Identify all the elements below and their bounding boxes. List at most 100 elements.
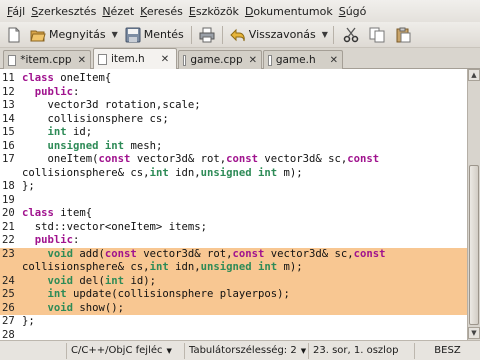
tab-label: item.h — [111, 53, 145, 65]
line-number: 26 — [2, 301, 15, 314]
toolbar-separator — [221, 25, 223, 44]
tab-game-h[interactable]: game.h ✕ — [263, 50, 343, 69]
code-line[interactable]: 21 std::vector<oneItem> items; — [0, 221, 467, 235]
open-button[interactable]: Megnyitás — [28, 24, 108, 46]
tab-label: game.cpp — [190, 54, 243, 66]
new-button[interactable] — [4, 24, 24, 46]
new-icon — [6, 27, 22, 43]
status-bar: C/C++/ObjC fejléc ▼ Tabulátorszélesség: … — [0, 340, 480, 360]
dropdown-icon: ▼ — [166, 346, 172, 355]
save-icon — [125, 27, 141, 43]
code-line[interactable]: 22 public: — [0, 234, 467, 248]
line-number: 17 — [2, 153, 15, 165]
open-button-label: Megnyitás — [49, 28, 106, 41]
code-line[interactable]: 16 unsigned int mesh; — [0, 140, 467, 154]
toolbar-separator — [190, 25, 192, 44]
insert-mode: BESZ — [414, 342, 480, 359]
line-number: 25 — [2, 288, 15, 300]
line-number: 14 — [2, 112, 15, 125]
code-line[interactable]: 25 int update(collisionsphere playerpos)… — [0, 288, 467, 302]
line-number: 20 — [2, 207, 15, 219]
document-icon — [268, 54, 272, 66]
line-number: 27 — [2, 315, 15, 327]
copy-button[interactable] — [367, 24, 387, 46]
line-number: 24 — [2, 274, 15, 287]
cut-button[interactable] — [341, 24, 361, 46]
copy-icon — [369, 27, 385, 43]
code-line[interactable]: 28 — [0, 329, 467, 341]
close-icon[interactable]: ✕ — [161, 54, 169, 65]
code-line[interactable]: 13 vector3d rotation,scale; — [0, 99, 467, 113]
toolbar-separator — [332, 25, 334, 44]
tab-label: *item.cpp — [20, 54, 72, 66]
open-icon — [30, 27, 46, 43]
close-icon[interactable]: ✕ — [249, 55, 257, 66]
menu-6[interactable]: Súgó — [336, 5, 370, 18]
code-line[interactable]: 12 public: — [0, 86, 467, 100]
menu-3[interactable]: Keresés — [137, 5, 186, 18]
open-recent-dropdown-icon[interactable]: ▼ — [112, 30, 118, 39]
save-button[interactable]: Mentés — [123, 24, 186, 46]
close-icon[interactable]: ✕ — [78, 55, 86, 66]
code-line[interactable]: 23 void add(const vector3d& rot,const ve… — [0, 247, 467, 261]
dropdown-icon: ▼ — [300, 346, 307, 355]
vertical-scrollbar[interactable]: ▲ ▼ — [467, 69, 480, 340]
code-line[interactable]: collisionsphere& cs,int idn,unsigned int… — [0, 167, 467, 181]
undo-button[interactable]: Visszavonás — [228, 24, 318, 46]
menu-4[interactable]: Eszközök — [186, 5, 242, 18]
document-icon — [183, 54, 187, 66]
menubar: Fájl Szerkesztés Nézet Keresés Eszközök Dokum… — [0, 0, 480, 22]
line-number: 28 — [2, 328, 15, 341]
line-number: 22 — [2, 234, 15, 246]
tab-item-h[interactable]: item.h ✕ — [93, 48, 177, 69]
undo-dropdown-icon[interactable]: ▼ — [322, 30, 328, 39]
code-line[interactable]: 11 class oneItem{ — [0, 72, 467, 86]
code-line[interactable]: 26 void show(); — [0, 301, 467, 315]
language-selector[interactable]: C/C++/ObjC fejléc ▼ — [66, 342, 184, 359]
toolbar: Megnyitás ▼ Mentés Visszavonás ▼ — [0, 22, 480, 48]
menu-0[interactable]: Fájl — [4, 5, 28, 18]
code-line[interactable]: 15 int id; — [0, 126, 467, 140]
code-line[interactable]: 19 — [0, 194, 467, 208]
code-line[interactable]: 20 class item{ — [0, 207, 467, 221]
code-line[interactable]: 17 oneItem(const vector3d& rot,const vec… — [0, 153, 467, 167]
code-line[interactable]: 24 void del(int id); — [0, 274, 467, 288]
menu-5[interactable]: Dokumentumok — [242, 5, 336, 18]
scroll-down-icon[interactable]: ▼ — [468, 327, 480, 339]
document-tabs: *item.cpp ✕ item.h ✕ game.cpp ✕ game.h ✕ — [0, 48, 480, 69]
line-number: 21 — [2, 220, 15, 233]
menu-1[interactable]: Szerkesztés — [28, 5, 99, 18]
code-line[interactable]: 14 collisionsphere cs; — [0, 113, 467, 127]
document-icon — [8, 54, 17, 66]
line-number: 23 — [2, 247, 15, 260]
line-number: 18 — [2, 180, 15, 192]
print-icon — [199, 27, 215, 43]
cursor-position: 23. sor, 1. oszlop — [308, 342, 414, 359]
menu-2[interactable]: Nézet — [99, 5, 137, 18]
line-number: 11 — [2, 72, 15, 84]
tab-width-label: Tabulátorszélesség: 2 — [189, 345, 297, 356]
code-line[interactable]: collisionsphere& cs,int idn,unsigned int… — [0, 261, 467, 275]
code-editor[interactable]: 11 class oneItem{12 public: 13 vector3d ro… — [0, 69, 467, 340]
line-number: 15 — [2, 126, 15, 138]
cut-icon — [343, 27, 359, 43]
print-button[interactable] — [197, 24, 217, 46]
close-icon[interactable]: ✕ — [330, 55, 338, 66]
code-line[interactable]: 18}; — [0, 180, 467, 194]
paste-button[interactable] — [393, 24, 413, 46]
tab-width-selector[interactable]: Tabulátorszélesség: 2 ▼ — [184, 342, 308, 359]
document-icon — [98, 53, 107, 65]
cursor-position-label: 23. sor, 1. oszlop — [313, 345, 399, 356]
scroll-up-icon[interactable]: ▲ — [468, 69, 480, 81]
undo-icon — [230, 27, 246, 43]
tab-item-cpp[interactable]: *item.cpp ✕ — [3, 50, 91, 69]
tab-game-cpp[interactable]: game.cpp ✕ — [178, 50, 262, 69]
scrollbar-thumb[interactable] — [469, 165, 479, 325]
code-line[interactable]: 27}; — [0, 315, 467, 329]
save-button-label: Mentés — [143, 28, 184, 41]
insert-mode-label: BESZ — [434, 345, 461, 356]
language-label: C/C++/ObjC fejléc — [71, 345, 163, 356]
line-number: 13 — [2, 99, 15, 111]
undo-button-label: Visszavonás — [248, 28, 316, 41]
line-number: 19 — [2, 193, 15, 206]
